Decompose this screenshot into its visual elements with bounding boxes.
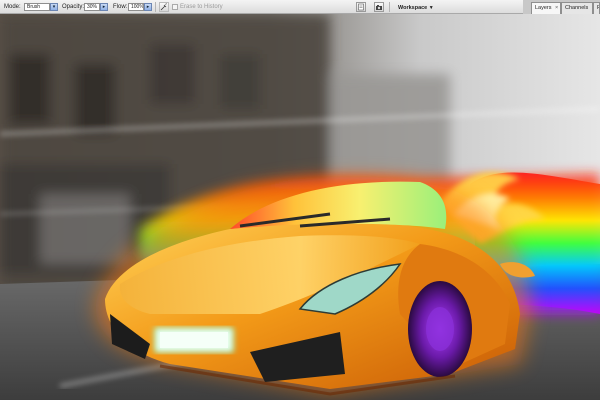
mode-label: Mode: [4,4,21,10]
tab-layers-label: Layers [535,5,552,11]
erase-to-history-checkbox[interactable] [172,4,178,10]
tool-options-bar: Mode: Brush ▾ Opacity: 30% ▸ Flow: 100% … [0,0,600,14]
flow-label: Flow: [113,4,128,10]
opacity-field[interactable]: 30% [84,3,100,11]
tab-layers[interactable]: Layers × [531,2,561,14]
erase-to-history-label: Erase to History [180,4,223,10]
workspace-menu[interactable]: Workspace ▼ [393,2,439,14]
separator [155,2,156,12]
flow-slider-button[interactable]: ▸ [144,3,152,11]
car-artwork [0,14,600,400]
tab-paths[interactable]: Pa [593,2,600,14]
mode-select[interactable]: Brush [24,3,50,11]
opacity-label: Opacity: [62,4,85,10]
tab-channels-label: Channels [565,5,589,11]
opacity-slider-button[interactable]: ▸ [100,3,108,11]
flow-field[interactable]: 100% [128,3,144,11]
workspace-label: Workspace [398,5,428,11]
chevron-down-icon: ▼ [428,5,434,11]
image-canvas[interactable] [0,14,600,400]
airbrush-icon[interactable] [159,2,169,12]
close-icon[interactable]: × [555,5,558,11]
bridge-icon[interactable] [374,2,384,12]
palette-well-icon[interactable] [356,2,366,12]
tab-channels[interactable]: Channels [561,2,593,14]
separator [389,2,390,12]
mode-dropdown-button[interactable]: ▾ [50,3,58,11]
